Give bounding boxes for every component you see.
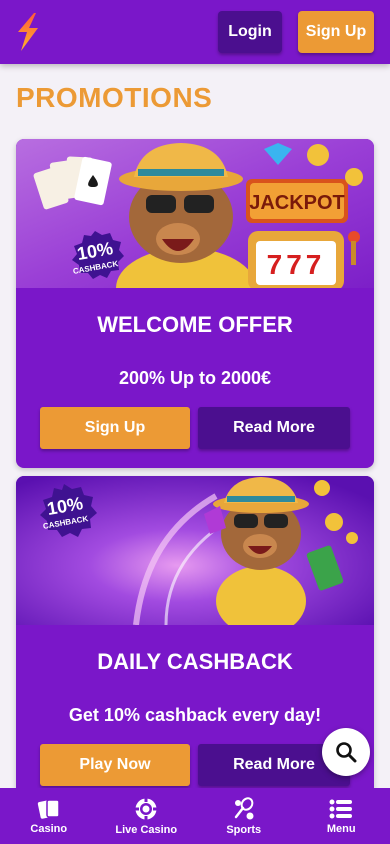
coin-icon — [325, 513, 343, 531]
nav-label: Menu — [326, 822, 356, 835]
login-button[interactable]: Login — [218, 11, 282, 53]
nav-label: Casino — [30, 822, 68, 835]
page-title: PROMOTIONS — [16, 82, 213, 113]
lightning-logo-icon[interactable] — [14, 12, 42, 52]
search-icon — [336, 742, 357, 763]
promo-banner-welcome: 10% CASHBACK JACKPOT 777 — [16, 139, 374, 288]
slot-machine-image: 777 — [248, 231, 360, 288]
promo-read-more-button[interactable]: Read More — [198, 407, 350, 449]
menu-list-icon — [329, 799, 353, 818]
signup-button[interactable]: Sign Up — [298, 11, 374, 53]
svg-text:777: 777 — [267, 249, 326, 280]
promo-title: WELCOME OFFER — [97, 312, 293, 337]
nav-label: Sports — [226, 823, 262, 836]
sports-icon — [234, 796, 254, 819]
promo-title: DAILY CASHBACK — [97, 649, 293, 674]
promo-subtitle: 200% Up to 2000€ — [118, 368, 272, 388]
nav-item-casino[interactable]: Casino — [4, 798, 94, 835]
svg-text:JACKPOT: JACKPOT — [249, 192, 345, 214]
nav-item-menu[interactable]: Menu — [296, 798, 386, 835]
bear-mascot-image — [213, 477, 309, 625]
poker-chip-icon — [135, 797, 158, 820]
promo-banner-cashback: 10% CASHBACK — [16, 476, 374, 625]
search-button[interactable] — [322, 728, 370, 776]
promo-card-cashback: 10% CASHBACK DAILY CASHBACK Get 10% cash… — [16, 476, 374, 796]
bottom-nav: Casino Live Casino Sports Menu — [0, 788, 390, 844]
coin-icon — [307, 144, 329, 166]
promo-card-welcome: 10% CASHBACK JACKPOT 777 WELCOME OFFER 2… — [16, 139, 374, 468]
coin-icon — [345, 168, 363, 186]
promo-signup-button[interactable]: Sign Up — [40, 407, 190, 449]
nav-item-live-casino[interactable]: Live Casino — [101, 797, 191, 836]
nav-item-sports[interactable]: Sports — [199, 796, 289, 836]
top-header: Login Sign Up — [0, 0, 390, 64]
nav-label: Live Casino — [115, 823, 178, 836]
promo-play-now-button[interactable]: Play Now — [40, 744, 190, 786]
promo-subtitle: Get 10% cashback every day! — [68, 705, 322, 725]
jackpot-sign-image: JACKPOT — [246, 179, 348, 223]
cards-icon — [37, 798, 60, 819]
coin-icon — [346, 532, 358, 544]
coin-icon — [314, 480, 330, 496]
